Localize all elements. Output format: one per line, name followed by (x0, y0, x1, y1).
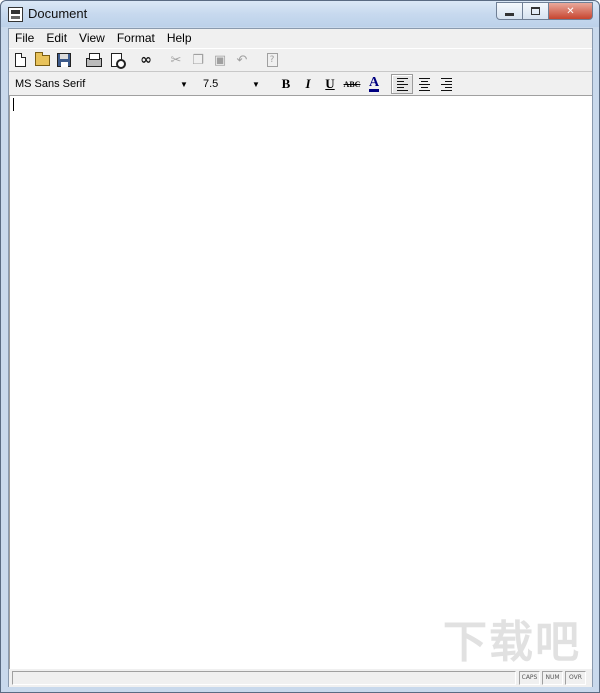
save-icon (57, 53, 71, 67)
find-button[interactable]: ∞ (135, 50, 157, 70)
undo-button[interactable]: ↶ (231, 50, 253, 70)
menu-file[interactable]: File (9, 29, 40, 47)
client-area: File Edit View Format Help ∞ ✂ ❐ ▣ ↶ ? M (8, 28, 593, 687)
menu-help[interactable]: Help (161, 29, 198, 47)
paste-button[interactable]: ▣ (209, 50, 231, 70)
close-button[interactable]: ✕ (548, 2, 593, 20)
minimize-icon (505, 12, 514, 16)
cut-button[interactable]: ✂ (165, 50, 187, 70)
italic-button[interactable]: I (297, 74, 319, 94)
align-right-button[interactable] (435, 74, 457, 94)
strikethrough-button[interactable]: ABC (341, 74, 363, 94)
menu-format[interactable]: Format (111, 29, 161, 47)
open-folder-icon (34, 51, 50, 66)
text-color-icon: A (368, 74, 380, 92)
minimize-button[interactable] (496, 2, 523, 20)
maximize-icon (531, 7, 540, 15)
watermark: 下载吧 (443, 617, 581, 668)
chevron-down-icon[interactable]: ▼ (177, 80, 191, 89)
font-name-value: MS Sans Serif (15, 78, 86, 90)
document-editor[interactable] (9, 95, 592, 669)
status-bar: CAPS NUM OVR (9, 669, 592, 687)
num-indicator: NUM (542, 671, 563, 685)
chevron-down-icon[interactable]: ▼ (249, 80, 263, 89)
open-button[interactable] (31, 50, 53, 70)
align-center-icon (418, 77, 430, 91)
font-size-combo[interactable]: 7.5 ▼ (199, 75, 263, 93)
undo-icon: ↶ (236, 52, 248, 68)
print-button[interactable] (83, 50, 105, 70)
new-document-icon (14, 53, 26, 67)
window-title: Document (28, 6, 88, 21)
copy-button[interactable]: ❐ (187, 50, 209, 70)
print-preview-button[interactable] (105, 50, 127, 70)
save-button[interactable] (53, 50, 75, 70)
align-center-button[interactable] (413, 74, 435, 94)
menu-view[interactable]: View (73, 29, 111, 47)
copy-icon: ❐ (192, 52, 204, 68)
font-size-value: 7.5 (203, 78, 219, 90)
find-icon: ∞ (140, 52, 152, 68)
app-icon[interactable] (8, 7, 23, 22)
print-preview-icon (110, 53, 126, 69)
caption-buttons: ✕ (496, 2, 593, 20)
cut-icon: ✂ (170, 52, 182, 68)
help-button[interactable]: ? (261, 50, 283, 70)
maximize-button[interactable] (522, 2, 549, 20)
menu-edit[interactable]: Edit (40, 29, 73, 47)
print-icon (86, 52, 102, 67)
standard-toolbar: ∞ ✂ ❐ ▣ ↶ ? (9, 48, 592, 72)
text-color-button[interactable]: A (363, 74, 385, 94)
paste-icon: ▣ (213, 52, 227, 68)
align-left-button[interactable] (391, 74, 413, 94)
title-bar[interactable]: Document ✕ (1, 1, 599, 27)
font-name-combo[interactable]: MS Sans Serif ▼ (11, 75, 191, 93)
caps-indicator: CAPS (519, 671, 540, 685)
bold-button[interactable]: B (275, 74, 297, 94)
ovr-indicator: OVR (565, 671, 586, 685)
menu-bar: File Edit View Format Help (9, 29, 592, 47)
underline-button[interactable]: U (319, 74, 341, 94)
new-button[interactable] (9, 50, 31, 70)
status-message (12, 671, 516, 685)
align-right-icon (440, 77, 452, 91)
format-bar: MS Sans Serif ▼ 7.5 ▼ B I U ABC A (9, 73, 592, 95)
close-icon: ✕ (566, 5, 575, 17)
align-left-icon (396, 77, 408, 91)
help-icon: ? (266, 53, 278, 67)
app-window: Document ✕ File Edit View Format Help ∞ … (0, 0, 600, 693)
text-caret (13, 98, 14, 111)
